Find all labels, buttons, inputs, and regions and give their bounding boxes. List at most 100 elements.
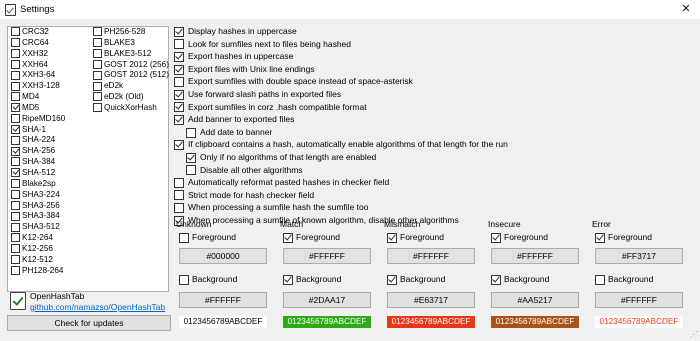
- check-updates-button[interactable]: Check for updates: [7, 315, 171, 331]
- algorithm-checkbox[interactable]: [11, 211, 20, 221]
- algorithm-item-xxh64[interactable]: XXH64: [11, 60, 65, 71]
- algorithm-item-xxh3-128[interactable]: XXH3-128: [11, 81, 65, 92]
- algorithm-checkbox[interactable]: [11, 59, 20, 69]
- option-strict-mode-for-hash-checker-field[interactable]: Strict mode for hash checker field: [174, 189, 508, 202]
- algorithm-item-md4[interactable]: MD4: [11, 92, 65, 103]
- algorithm-checkbox[interactable]: [11, 103, 20, 113]
- option-checkbox[interactable]: [174, 26, 184, 37]
- algorithm-item-sha-384[interactable]: SHA-384: [11, 157, 65, 168]
- foreground-toggle[interactable]: Foreground: [595, 232, 652, 243]
- option-export-files-with-unix-line-endings[interactable]: Export files with Unix line endings: [174, 63, 508, 76]
- background-checkbox[interactable]: [595, 274, 605, 285]
- foreground-toggle[interactable]: Foreground: [179, 232, 236, 243]
- algorithm-item-gost-2012-512[interactable]: GOST 2012 (512): [93, 70, 169, 81]
- algorithm-item-sha3-256[interactable]: SHA3-256: [11, 201, 65, 212]
- algorithm-checkbox[interactable]: [93, 81, 102, 91]
- option-only-if-no-algorithms-of-that-length-are[interactable]: Only if no algorithms of that length are…: [174, 151, 508, 164]
- algorithm-item-blake3[interactable]: BLAKE3: [93, 38, 169, 49]
- option-checkbox[interactable]: [174, 89, 184, 100]
- algorithm-item-sha-256[interactable]: SHA-256: [11, 146, 65, 157]
- option-checkbox[interactable]: [174, 203, 184, 214]
- option-checkbox[interactable]: [174, 51, 184, 62]
- algorithm-checkbox[interactable]: [11, 146, 20, 156]
- option-if-clipboard-contains-a-hash-automatical[interactable]: If clipboard contains a hash, automatica…: [174, 138, 508, 151]
- option-checkbox[interactable]: [186, 165, 196, 176]
- algorithm-item-sha-224[interactable]: SHA-224: [11, 135, 65, 146]
- option-export-sumfiles-in-corz-hash-compatible-[interactable]: Export sumfiles in corz .hash compatible…: [174, 101, 508, 114]
- foreground-checkbox[interactable]: [491, 232, 501, 243]
- algorithm-item-sha-1[interactable]: SHA-1: [11, 125, 65, 136]
- algorithm-item-xxh3-64[interactable]: XXH3-64: [11, 70, 65, 81]
- algorithm-checkbox[interactable]: [93, 27, 102, 37]
- algorithm-item-ripemd160[interactable]: RipeMD160: [11, 114, 65, 125]
- background-checkbox[interactable]: [387, 274, 397, 285]
- algorithm-item-k12-264[interactable]: K12-264: [11, 233, 65, 244]
- background-toggle[interactable]: Background: [387, 274, 445, 285]
- option-checkbox[interactable]: [174, 190, 184, 201]
- algorithm-checkbox[interactable]: [11, 124, 20, 134]
- option-checkbox[interactable]: [174, 102, 184, 113]
- resize-grip-icon[interactable]: ⋰: [690, 330, 698, 339]
- background-toggle[interactable]: Background: [283, 274, 341, 285]
- algorithm-checkbox[interactable]: [11, 168, 20, 178]
- option-display-hashes-in-uppercase[interactable]: Display hashes in uppercase: [174, 25, 508, 38]
- option-when-processing-a-sumfile-of-known-algor[interactable]: When processing a sumfile of known algor…: [174, 214, 508, 227]
- algorithm-checkbox[interactable]: [11, 233, 20, 243]
- background-color-button[interactable]: #AA5217: [491, 292, 579, 308]
- option-checkbox[interactable]: [186, 152, 196, 163]
- option-checkbox[interactable]: [186, 127, 196, 138]
- algorithm-checkbox[interactable]: [11, 27, 20, 37]
- background-checkbox[interactable]: [179, 274, 189, 285]
- algorithm-list[interactable]: CRC32 CRC64 XXH32 XXH64 XXH3-64 XXH3-128 MD4 MD…: [7, 26, 169, 292]
- algorithm-checkbox[interactable]: [93, 59, 102, 69]
- algorithm-item-blake3-512[interactable]: BLAKE3-512: [93, 49, 169, 60]
- foreground-toggle[interactable]: Foreground: [283, 232, 340, 243]
- background-toggle[interactable]: Background: [179, 274, 237, 285]
- option-add-banner-to-exported-files[interactable]: Add banner to exported files: [174, 113, 508, 126]
- foreground-color-button[interactable]: #FFFFFF: [491, 248, 579, 264]
- foreground-toggle[interactable]: Foreground: [491, 232, 548, 243]
- algorithm-item-crc32[interactable]: CRC32: [11, 27, 65, 38]
- foreground-toggle[interactable]: Foreground: [387, 232, 444, 243]
- algorithm-checkbox[interactable]: [11, 189, 20, 199]
- foreground-color-button[interactable]: #FFFFFF: [387, 248, 475, 264]
- option-use-forward-slash-paths-in-exported-file[interactable]: Use forward slash paths in exported file…: [174, 88, 508, 101]
- foreground-color-button[interactable]: #000000: [179, 248, 267, 264]
- algorithm-checkbox[interactable]: [11, 38, 20, 48]
- background-toggle[interactable]: Background: [595, 274, 653, 285]
- algorithm-item-ph128-264[interactable]: PH128-264: [11, 266, 65, 277]
- background-toggle[interactable]: Background: [491, 274, 549, 285]
- algorithm-checkbox[interactable]: [11, 135, 20, 145]
- option-when-processing-a-sumfile-hash-the-sumfi[interactable]: When processing a sumfile hash the sumfi…: [174, 201, 508, 214]
- background-checkbox[interactable]: [283, 274, 293, 285]
- algorithm-item-crc64[interactable]: CRC64: [11, 38, 65, 49]
- foreground-checkbox[interactable]: [283, 232, 293, 243]
- algorithm-checkbox[interactable]: [11, 265, 20, 275]
- option-checkbox[interactable]: [174, 77, 184, 88]
- algorithm-checkbox[interactable]: [11, 81, 20, 91]
- algorithm-item-k12-256[interactable]: K12-256: [11, 244, 65, 255]
- algorithm-item-xxh32[interactable]: XXH32: [11, 49, 65, 60]
- option-look-for-sumfiles-next-to-files-being-ha[interactable]: Look for sumfiles next to files being ha…: [174, 38, 508, 51]
- algorithm-checkbox[interactable]: [11, 70, 20, 80]
- close-button[interactable]: ✕: [672, 0, 700, 19]
- option-export-hashes-in-uppercase[interactable]: Export hashes in uppercase: [174, 50, 508, 63]
- algorithm-checkbox[interactable]: [93, 38, 102, 48]
- algorithm-checkbox[interactable]: [93, 103, 102, 113]
- algorithm-item-sha3-512[interactable]: SHA3-512: [11, 222, 65, 233]
- algorithm-checkbox[interactable]: [11, 92, 20, 102]
- algorithm-checkbox[interactable]: [93, 70, 102, 80]
- algorithm-item-gost-2012-256[interactable]: GOST 2012 (256): [93, 60, 169, 71]
- background-color-button[interactable]: #FFFFFF: [179, 292, 267, 308]
- algorithm-checkbox[interactable]: [11, 179, 20, 189]
- algorithm-checkbox[interactable]: [11, 114, 20, 124]
- background-checkbox[interactable]: [491, 274, 501, 285]
- algorithm-checkbox[interactable]: [11, 157, 20, 167]
- algorithm-item-sha3-384[interactable]: SHA3-384: [11, 211, 65, 222]
- algorithm-item-ed2k-old[interactable]: eD2k (Old): [93, 92, 169, 103]
- algorithm-checkbox[interactable]: [93, 49, 102, 59]
- foreground-color-button[interactable]: #FF3717: [595, 248, 683, 264]
- algorithm-item-sha-512[interactable]: SHA-512: [11, 168, 65, 179]
- background-color-button[interactable]: #E63717: [387, 292, 475, 308]
- foreground-checkbox[interactable]: [595, 232, 605, 243]
